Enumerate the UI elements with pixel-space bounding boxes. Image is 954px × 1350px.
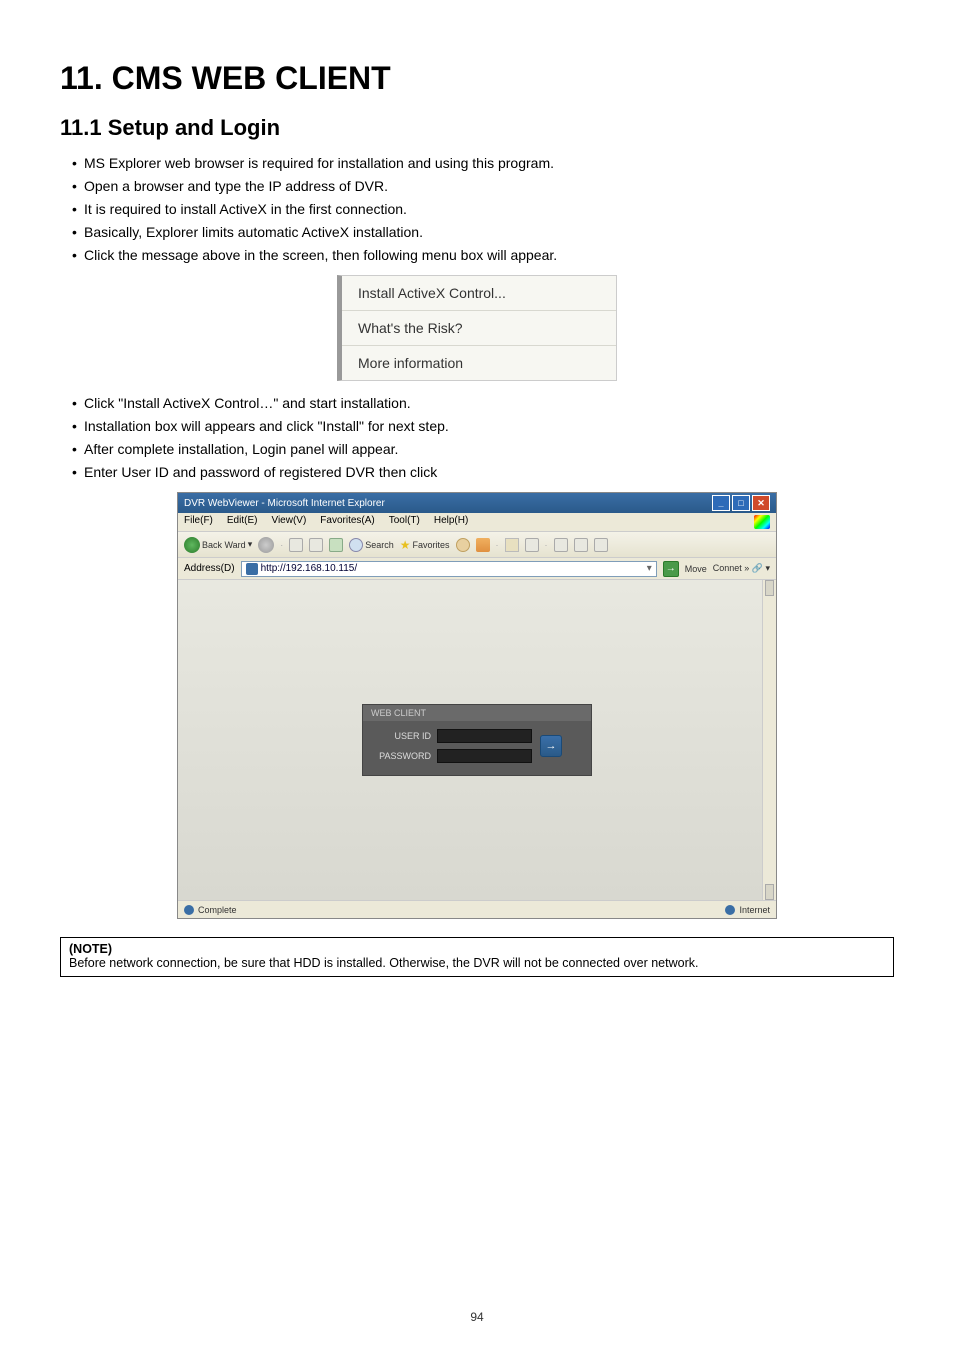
- separator: ·: [280, 540, 283, 550]
- menu-view[interactable]: View(V): [271, 515, 306, 529]
- address-label: Address(D): [184, 563, 235, 574]
- close-button[interactable]: ✕: [752, 495, 770, 511]
- ie-window-title: DVR WebViewer - Microsoft Internet Explo…: [184, 498, 385, 509]
- address-input[interactable]: http://192.168.10.115/ ▾: [241, 561, 657, 577]
- bullet-item: Click "Install ActiveX Control…" and sta…: [72, 395, 894, 411]
- search-icon: [349, 538, 363, 552]
- menu-help[interactable]: Help(H): [434, 515, 468, 529]
- ie-window-controls: _ □ ✕: [712, 495, 770, 511]
- messenger-button[interactable]: [594, 538, 608, 552]
- maximize-button[interactable]: □: [732, 495, 750, 511]
- note-title: (NOTE): [69, 942, 885, 956]
- stop-button[interactable]: [289, 538, 303, 552]
- ie-addressbar: Address(D) http://192.168.10.115/ ▾ → Mo…: [178, 558, 776, 580]
- bullet-item: Basically, Explorer limits automatic Act…: [72, 224, 894, 240]
- bullet-item: Click the message above in the screen, t…: [72, 247, 894, 263]
- back-button[interactable]: Back Ward ▾: [184, 537, 252, 553]
- password-input[interactable]: [437, 749, 532, 763]
- mail-button[interactable]: [505, 538, 519, 552]
- bullet-list-top: MS Explorer web browser is required for …: [60, 155, 894, 263]
- login-submit-button[interactable]: →: [540, 735, 562, 757]
- bullet-item: Enter User ID and password of registered…: [72, 464, 894, 480]
- login-row-pass: PASSWORD: [373, 749, 532, 763]
- address-value: http://192.168.10.115/: [261, 563, 358, 574]
- star-icon: ★: [400, 538, 411, 552]
- ie-logo-icon: [754, 515, 770, 529]
- activex-menu-box: Install ActiveX Control... What's the Ri…: [337, 275, 617, 381]
- section-title: 11.1 Setup and Login: [60, 115, 894, 141]
- move-label: Move: [685, 564, 707, 574]
- media-button[interactable]: [456, 538, 470, 552]
- activex-install-item[interactable]: Install ActiveX Control...: [342, 276, 616, 311]
- favorites-button[interactable]: ★Favorites: [400, 538, 450, 552]
- menu-edit[interactable]: Edit(E): [227, 515, 258, 529]
- ie-titlebar: DVR WebViewer - Microsoft Internet Explo…: [178, 493, 776, 513]
- chapter-title: 11. CMS WEB CLIENT: [60, 60, 894, 97]
- activex-more-item[interactable]: More information: [342, 346, 616, 380]
- ie-window-screenshot: DVR WebViewer - Microsoft Internet Explo…: [177, 492, 777, 919]
- status-right: Internet: [739, 905, 770, 915]
- login-panel: WEB CLIENT USER ID PASSWORD →: [362, 704, 592, 776]
- login-row-user: USER ID: [373, 729, 532, 743]
- home-button[interactable]: [329, 538, 343, 552]
- page-number: 94: [0, 1310, 954, 1324]
- back-arrow-icon: [184, 537, 200, 553]
- bullet-item: After complete installation, Login panel…: [72, 441, 894, 457]
- forward-button[interactable]: [258, 537, 274, 553]
- note-box: (NOTE) Before network connection, be sur…: [60, 937, 894, 977]
- user-id-label: USER ID: [373, 731, 431, 741]
- minimize-button[interactable]: _: [712, 495, 730, 511]
- vertical-scrollbar[interactable]: [762, 580, 776, 900]
- print-button[interactable]: [525, 538, 539, 552]
- separator: ·: [496, 540, 499, 550]
- menu-file[interactable]: File(F): [184, 515, 213, 529]
- bullet-item: Installation box will appears and click …: [72, 418, 894, 434]
- connect-label[interactable]: Connet » 🔗 ▾: [713, 563, 770, 574]
- go-button[interactable]: →: [663, 561, 679, 577]
- status-icon: [184, 905, 194, 915]
- bullet-item: Open a browser and type the IP address o…: [72, 178, 894, 194]
- ie-menubar: File(F) Edit(E) View(V) Favorites(A) Too…: [178, 513, 776, 532]
- ie-content-area: WEB CLIENT USER ID PASSWORD →: [178, 580, 776, 900]
- activex-risk-item[interactable]: What's the Risk?: [342, 311, 616, 346]
- separator: ·: [545, 540, 548, 550]
- refresh-button[interactable]: [309, 538, 323, 552]
- edit-button[interactable]: [554, 538, 568, 552]
- note-body: Before network connection, be sure that …: [69, 956, 885, 970]
- ie-statusbar: Complete Internet: [178, 900, 776, 918]
- bullet-item: MS Explorer web browser is required for …: [72, 155, 894, 171]
- internet-zone-icon: [725, 905, 735, 915]
- discuss-button[interactable]: [574, 538, 588, 552]
- login-title: WEB CLIENT: [363, 705, 591, 721]
- menu-tools[interactable]: Tool(T): [389, 515, 420, 529]
- ie-toolbar: Back Ward ▾ · Search ★Favorites · ·: [178, 532, 776, 558]
- history-button[interactable]: [476, 538, 490, 552]
- password-label: PASSWORD: [373, 751, 431, 761]
- bullet-item: It is required to install ActiveX in the…: [72, 201, 894, 217]
- user-id-input[interactable]: [437, 729, 532, 743]
- ie-page-icon: [246, 563, 258, 575]
- search-button[interactable]: Search: [349, 538, 394, 552]
- menu-favorites[interactable]: Favorites(A): [320, 515, 374, 529]
- status-left: Complete: [198, 905, 237, 915]
- bullet-list-mid: Click "Install ActiveX Control…" and sta…: [60, 395, 894, 480]
